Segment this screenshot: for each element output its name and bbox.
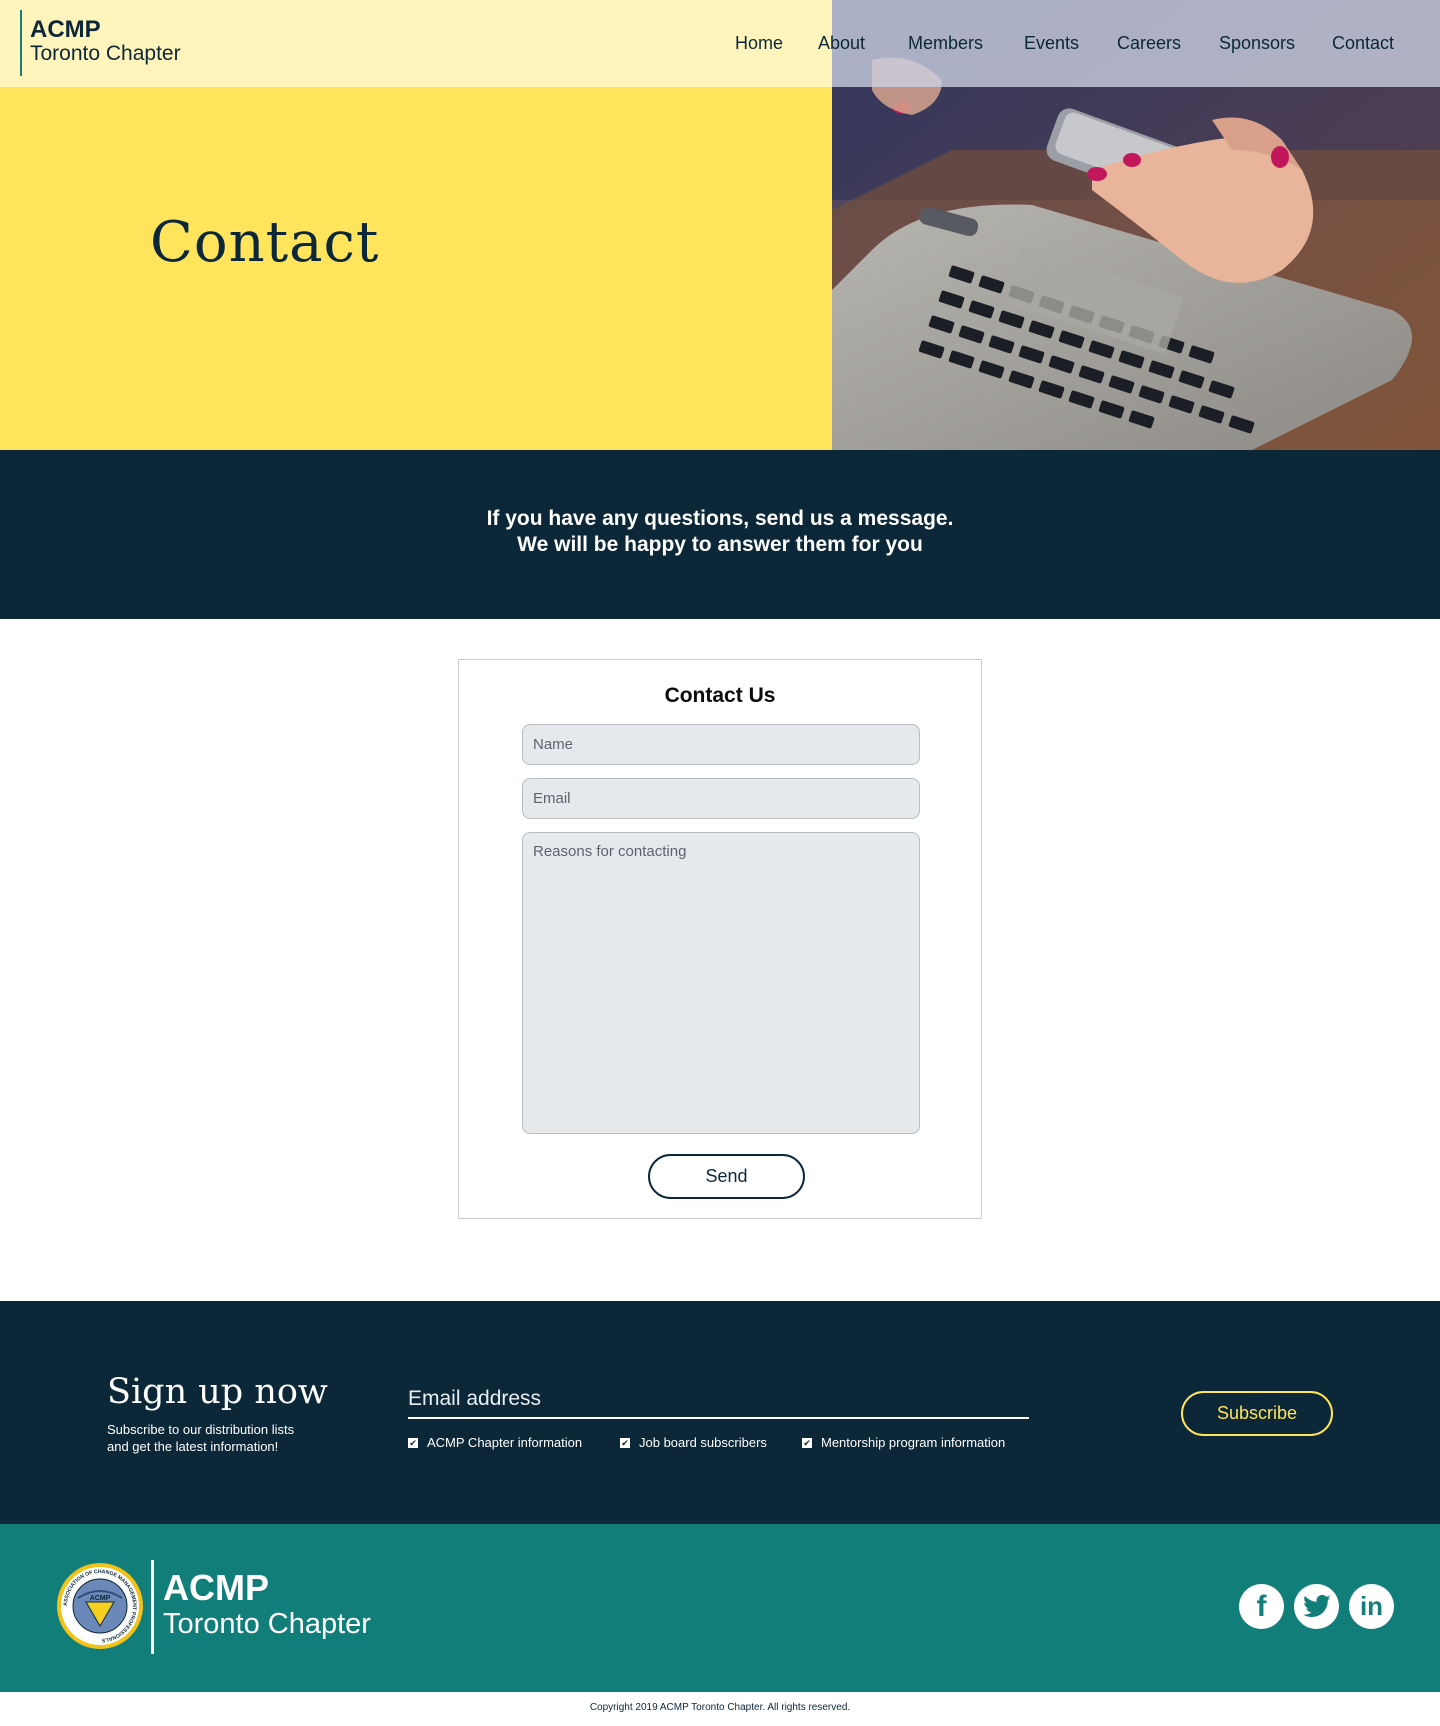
nav-about[interactable]: About <box>818 33 865 54</box>
signup-email-input[interactable] <box>408 1381 1029 1419</box>
option-label: Job board subscribers <box>639 1435 767 1450</box>
banner-line-1: If you have any questions, send us a mes… <box>486 507 954 530</box>
reason-field[interactable] <box>522 832 920 1134</box>
option-job-board[interactable]: ✔ Job board subscribers <box>620 1435 767 1450</box>
signup-section: Sign up now Subscribe to our distributio… <box>0 1301 1440 1524</box>
signup-subtitle-line-2: and get the latest information! <box>107 1439 279 1454</box>
checkbox-icon[interactable]: ✔ <box>408 1437 418 1448</box>
linkedin-icon[interactable]: in <box>1349 1584 1394 1629</box>
email-field[interactable] <box>522 778 920 819</box>
checkbox-icon[interactable]: ✔ <box>620 1437 630 1448</box>
page-title: Contact <box>150 210 380 275</box>
checkbox-icon[interactable]: ✔ <box>802 1437 812 1448</box>
footer-logo-title: ACMP <box>163 1567 269 1608</box>
banner-line-2: We will be happy to answer them for you <box>517 533 923 556</box>
nav-contact[interactable]: Contact <box>1332 33 1394 54</box>
send-button[interactable]: Send <box>648 1154 805 1199</box>
nav-members[interactable]: Members <box>908 33 983 54</box>
option-chapter-info[interactable]: ✔ ACMP Chapter information <box>408 1435 582 1450</box>
footer-logo-subtitle: Toronto Chapter <box>163 1608 371 1640</box>
main-nav: Home About Members Events Careers Sponso… <box>0 33 1440 57</box>
nav-sponsors[interactable]: Sponsors <box>1219 33 1295 54</box>
seal-center-text: ACMP <box>90 1595 111 1602</box>
subscribe-button[interactable]: Subscribe <box>1181 1391 1333 1436</box>
signup-subtitle-line-1: Subscribe to our distribution lists <box>107 1422 295 1437</box>
option-label: Mentorship program information <box>821 1435 1006 1450</box>
option-label: ACMP Chapter information <box>427 1435 583 1450</box>
acmp-seal-icon: ACMP ASSOCIATION OF CHANGE MANAGEMENT PR… <box>56 1562 144 1650</box>
option-mentorship[interactable]: ✔ Mentorship program information <box>802 1435 1005 1450</box>
copyright-text: Copyright 2019 ACMP Toronto Chapter. All… <box>589 1702 851 1713</box>
contact-form: Contact Us Send <box>458 659 982 1219</box>
intro-banner: If you have any questions, send us a mes… <box>0 450 1440 619</box>
twitter-icon[interactable] <box>1294 1584 1339 1629</box>
form-title: Contact Us <box>664 684 776 707</box>
signup-title: Sign up now <box>107 1372 328 1412</box>
nav-home[interactable]: Home <box>735 33 783 54</box>
site-footer: ACMP ASSOCIATION OF CHANGE MANAGEMENT PR… <box>0 1524 1440 1692</box>
facebook-icon[interactable]: f <box>1239 1584 1284 1629</box>
footer-divider <box>151 1560 154 1654</box>
nav-careers[interactable]: Careers <box>1117 33 1181 54</box>
signup-subtitle: Subscribe to our distribution lists and … <box>107 1421 347 1455</box>
nav-events[interactable]: Events <box>1024 33 1079 54</box>
site-header: ACMP Toronto Chapter Home About Members … <box>0 0 1440 87</box>
name-field[interactable] <box>522 724 920 765</box>
